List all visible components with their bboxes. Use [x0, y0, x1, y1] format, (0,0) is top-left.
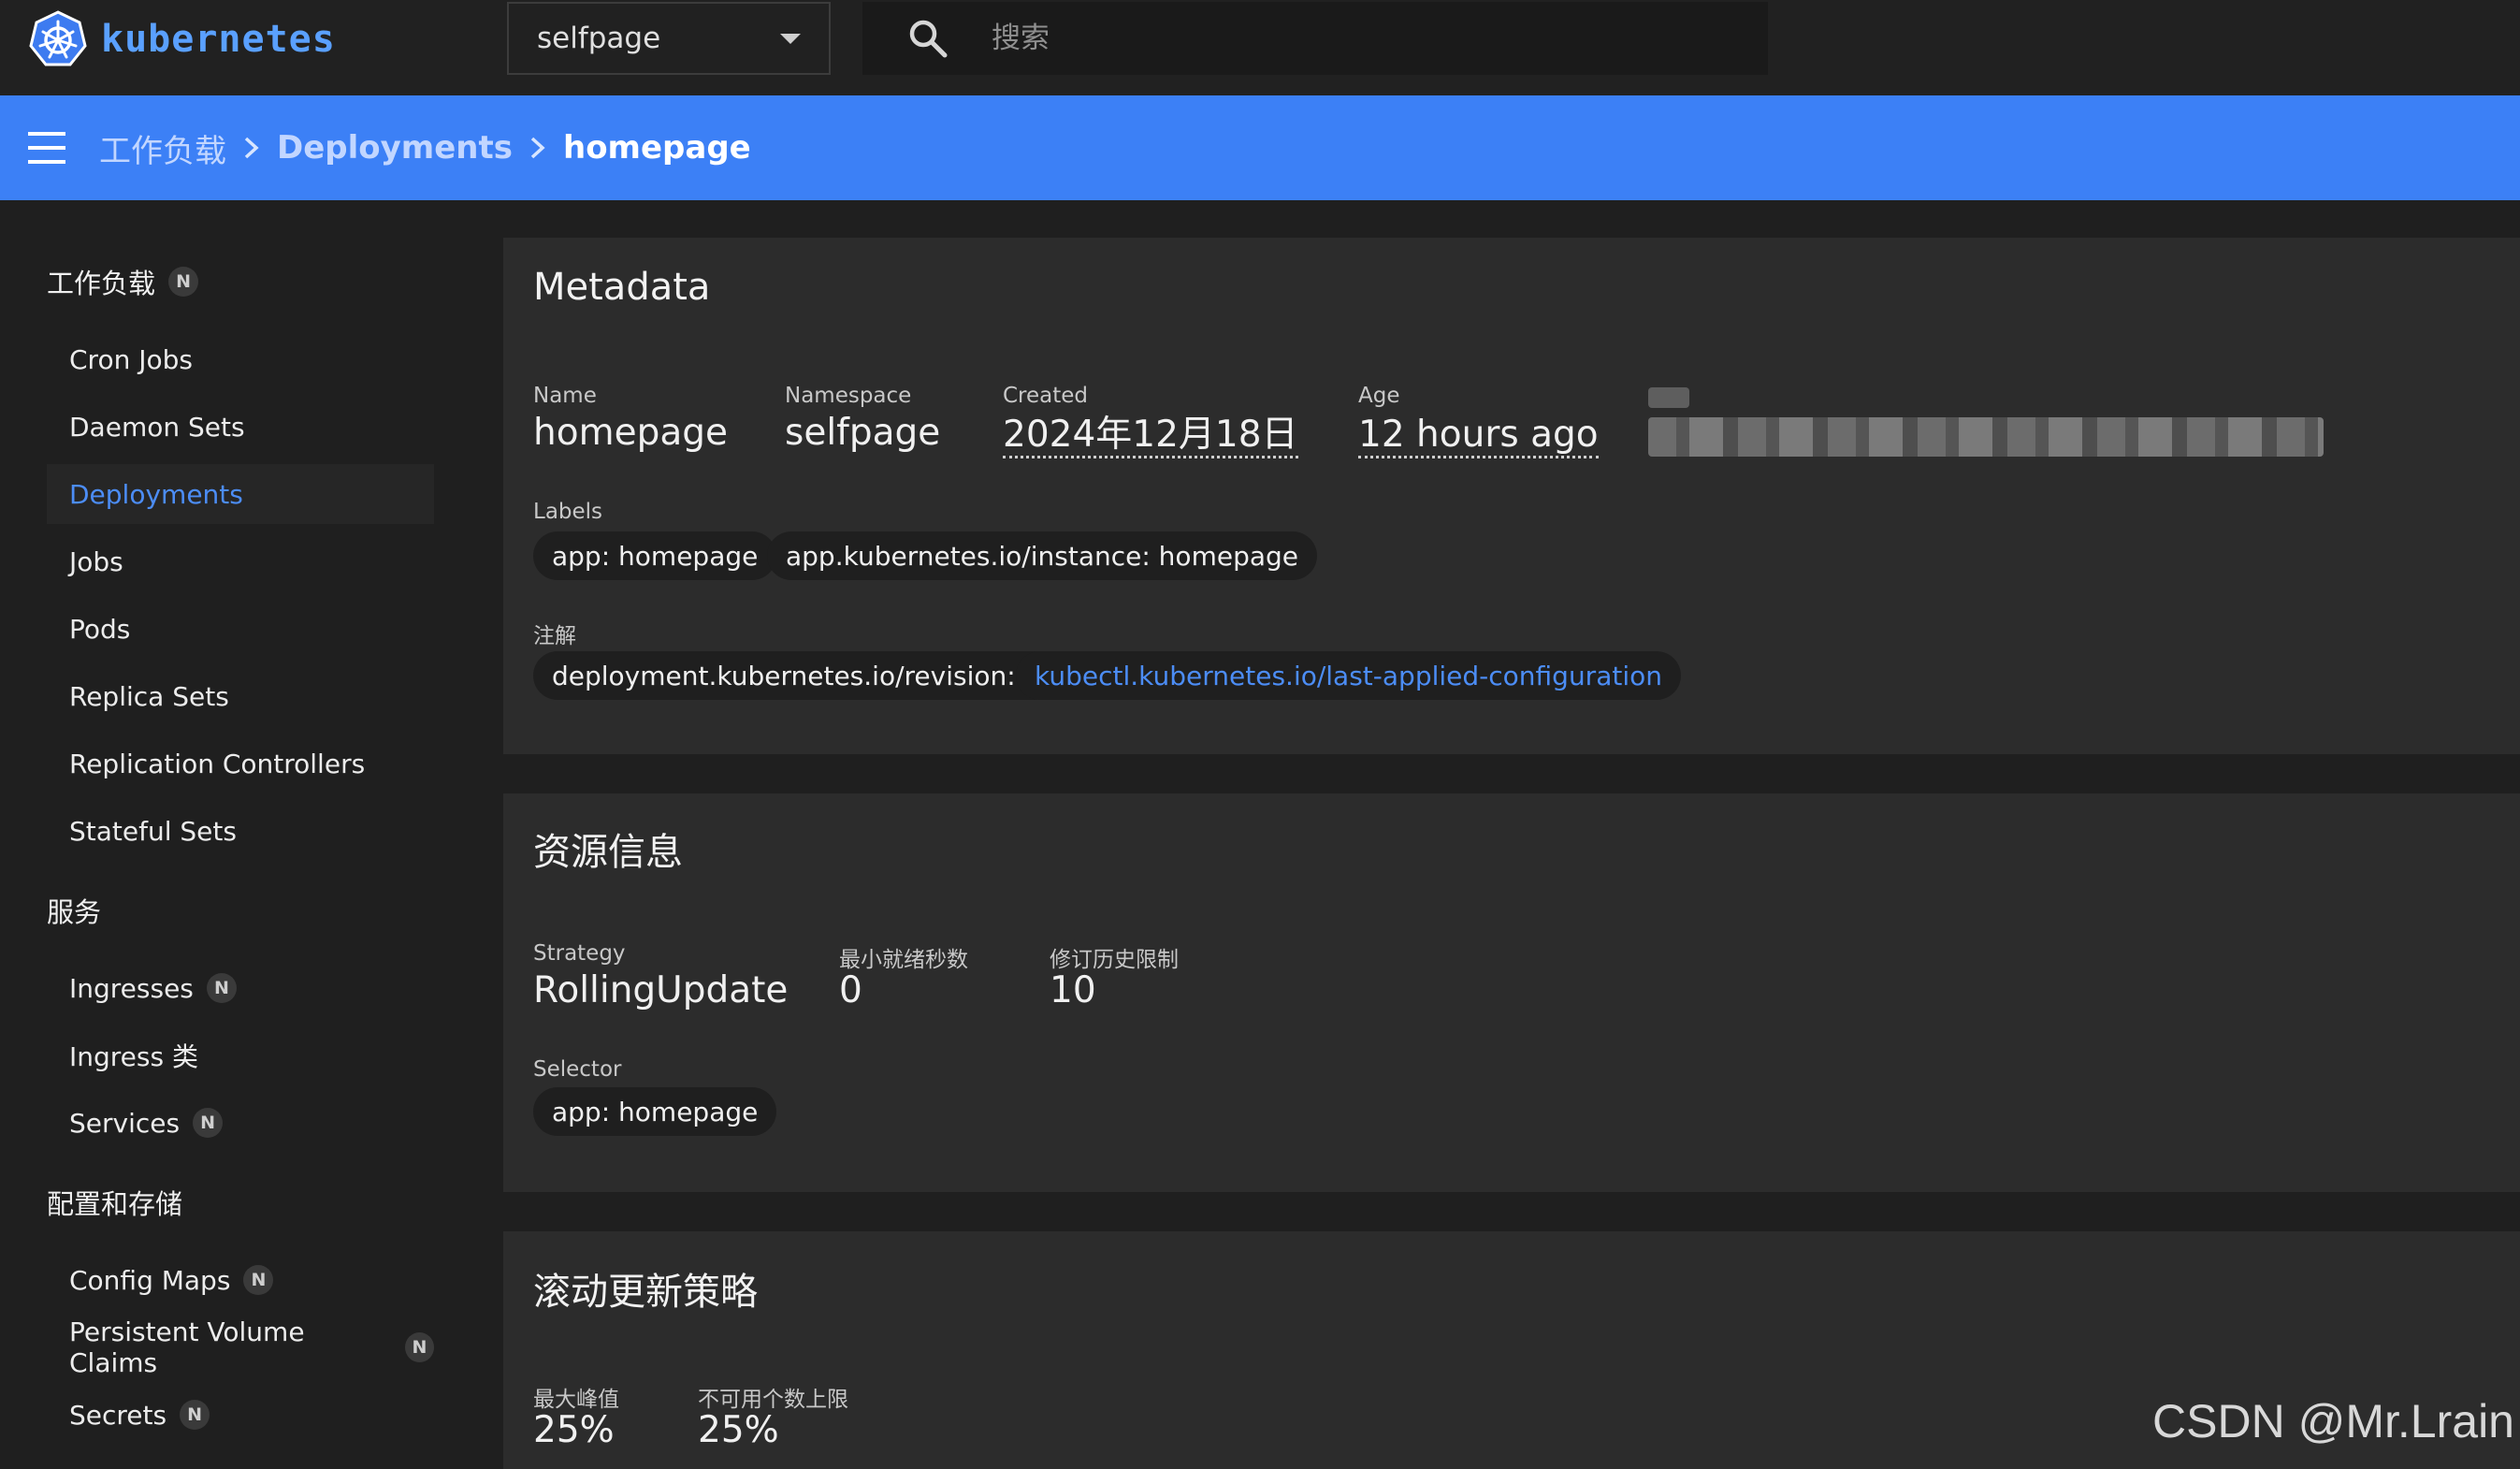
chevron-right-icon [530, 137, 545, 159]
app-logo-text: kubernetes [101, 18, 336, 61]
sidebar-item-label: Daemon Sets [69, 411, 245, 443]
sidebar-section-label: 服务 [47, 896, 102, 928]
search-bar[interactable] [862, 2, 1768, 75]
age-label: Age [1358, 384, 1400, 408]
namespace-select-value: selfpage [537, 22, 661, 55]
sidebar-item-label: Persistent Volume Claims [69, 1316, 305, 1378]
sidebar-item-label: Secrets [69, 1399, 167, 1431]
redacted-label [1648, 387, 1689, 408]
min-ready-seconds-value: 0 [839, 969, 862, 1011]
hamburger-menu-icon[interactable] [28, 132, 65, 164]
sidebar-item-persistent-volume-claims[interactable]: Persistent Volume Claims N [47, 1316, 434, 1378]
sidebar-item-label: Deployments [69, 478, 243, 510]
sidebar-item-label: Services [69, 1107, 181, 1139]
selector-chip: app: homepage [533, 1087, 777, 1136]
app-logo[interactable]: kubernetes [28, 9, 336, 69]
sidebar-item-stateful-sets[interactable]: Stateful Sets [47, 801, 434, 861]
sidebar-item-secrets[interactable]: Secrets N [47, 1385, 434, 1445]
sidebar: 工作负载 N Cron Jobs Daemon Sets Deployments… [0, 200, 477, 1469]
dropdown-caret-icon [780, 33, 801, 44]
namespace-select[interactable]: selfpage [507, 2, 831, 75]
sidebar-item-deployments[interactable]: Deployments [47, 464, 434, 524]
new-badge: N [404, 1332, 434, 1362]
watermark: CSDN @Mr.Lrain [2152, 1395, 2514, 1447]
sidebar-item-jobs[interactable]: Jobs [47, 531, 434, 591]
search-icon[interactable] [907, 18, 949, 59]
sidebar-item-label: Replication Controllers [69, 748, 366, 779]
age-value[interactable]: 12 hours ago [1358, 415, 1599, 458]
sidebar-item-services[interactable]: Services N [47, 1093, 434, 1153]
sidebar-item-label: Pods [69, 613, 131, 645]
new-badge: N [168, 267, 199, 297]
name-value: homepage [533, 412, 728, 454]
min-ready-seconds-label: 最小就绪秒数 [839, 948, 968, 972]
annotation-chip-link[interactable]: kubectl.kubernetes.io/last-applied-confi… [1016, 651, 1681, 700]
created-label: Created [1003, 384, 1089, 408]
name-label: Name [533, 384, 597, 408]
revision-history-limit-label: 修订历史限制 [1050, 948, 1179, 972]
sidebar-item-label: Replica Sets [69, 680, 229, 712]
namespace-value[interactable]: selfpage [785, 412, 940, 454]
resource-info-card: 资源信息 Strategy RollingUpdate 最小就绪秒数 0 修订历… [503, 793, 2520, 1192]
sidebar-section-config-storage[interactable]: 配置和存储 [47, 1183, 182, 1222]
sidebar-item-label: Config Maps [69, 1264, 231, 1296]
new-badge: N [193, 1108, 224, 1138]
sidebar-item-label: Cron Jobs [69, 343, 193, 375]
annotations-label: 注解 [533, 624, 576, 648]
sidebar-item-label: Stateful Sets [69, 815, 237, 847]
selector-label: Selector [533, 1057, 622, 1082]
sidebar-item-label: Ingresses [69, 972, 194, 1004]
card-title: Metadata [533, 266, 711, 309]
sidebar-item-ingress-classes[interactable]: Ingress 类 [47, 1025, 434, 1085]
breadcrumb-current: homepage [562, 129, 751, 167]
sidebar-item-config-maps[interactable]: Config Maps N [47, 1250, 434, 1310]
namespace-label: Namespace [785, 384, 912, 408]
top-bar: kubernetes selfpage [0, 0, 2520, 95]
sidebar-section-services[interactable]: 服务 [47, 891, 101, 930]
sidebar-item-pods[interactable]: Pods [47, 599, 434, 659]
sidebar-item-label: Ingress 类 [69, 1041, 198, 1072]
max-unavailable-label: 不可用个数上限 [698, 1388, 848, 1412]
breadcrumb-deployments[interactable]: Deployments [277, 129, 513, 167]
sidebar-item-ingresses[interactable]: Ingresses N [47, 958, 434, 1018]
sidebar-section-workloads[interactable]: 工作负载 N [47, 262, 199, 301]
sidebar-item-daemon-sets[interactable]: Daemon Sets [47, 397, 434, 457]
chevron-right-icon [244, 137, 259, 159]
card-title: 资源信息 [533, 831, 683, 874]
strategy-label: Strategy [533, 941, 626, 966]
new-badge: N [206, 973, 237, 1003]
sidebar-section-label: 工作负载 [47, 268, 156, 299]
created-value[interactable]: 2024年12月18日 [1003, 415, 1298, 458]
new-badge: N [243, 1265, 274, 1295]
card-title: 滚动更新策略 [533, 1271, 758, 1314]
new-badge: N [180, 1400, 210, 1430]
sidebar-section-label: 配置和存储 [47, 1188, 183, 1220]
labels-label: Labels [533, 500, 603, 524]
breadcrumb-bar: 工作负载 Deployments homepage [0, 95, 2520, 200]
sidebar-item-label: Jobs [69, 545, 123, 577]
sidebar-item-cron-jobs[interactable]: Cron Jobs [47, 329, 434, 389]
max-surge-label: 最大峰值 [533, 1388, 619, 1412]
annotation-chip: deployment.kubernetes.io/revision: 1 [533, 651, 1060, 700]
label-chip: app.kubernetes.io/instance: homepage [767, 531, 1317, 580]
strategy-value: RollingUpdate [533, 969, 789, 1011]
metadata-card: Metadata Name homepage Namespace selfpag… [503, 238, 2520, 754]
search-input[interactable] [990, 21, 1704, 56]
sidebar-item-replica-sets[interactable]: Replica Sets [47, 666, 434, 726]
kubernetes-logo-icon [29, 10, 87, 66]
breadcrumb-workloads[interactable]: 工作负载 [99, 125, 226, 171]
redacted-value [1648, 417, 2324, 457]
max-surge-value: 25% [533, 1409, 615, 1451]
label-chip: app: homepage [533, 531, 777, 580]
revision-history-limit-value: 10 [1050, 969, 1096, 1011]
sidebar-item-replication-controllers[interactable]: Replication Controllers [47, 734, 434, 793]
max-unavailable-value: 25% [698, 1409, 779, 1451]
